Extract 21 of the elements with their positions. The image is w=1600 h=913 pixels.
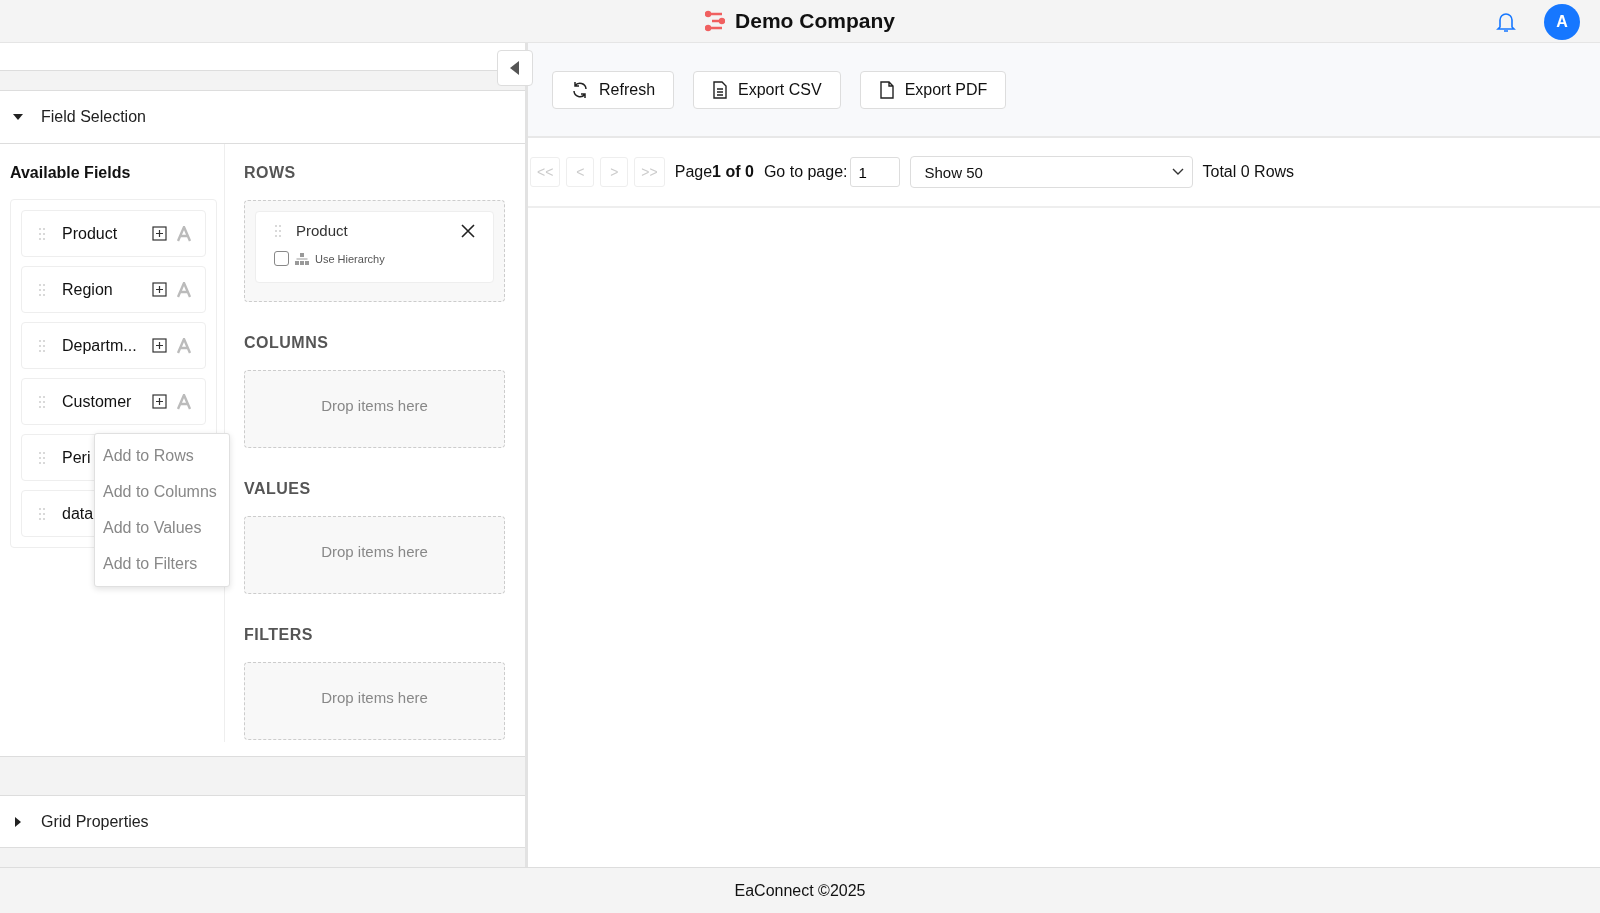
company-name: Demo Company — [735, 9, 895, 33]
goto-label: Go to page: — [763, 163, 848, 181]
zone-title: VALUES — [244, 480, 312, 498]
footer-text: EaConnect ©2025 — [734, 881, 866, 900]
total-rows: Total 0 Rows — [1202, 163, 1295, 181]
field-name: Product — [62, 224, 118, 243]
field-name: data — [62, 504, 94, 523]
placeholder-text: Drop items here — [321, 688, 428, 706]
field-name: Peri — [62, 448, 91, 467]
zone-title: FILTERS — [244, 626, 314, 644]
zone-title: COLUMNS — [244, 334, 330, 352]
field-name: Region — [62, 280, 113, 299]
field-name: Customer — [62, 392, 132, 411]
option-label: Use Hierarchy — [315, 252, 385, 265]
section-title: Available Fields — [10, 164, 132, 182]
placeholder-text: Drop items here — [321, 542, 428, 560]
field-name: Product — [296, 222, 349, 239]
page-indicator: Page1 of 0 — [674, 163, 754, 181]
placeholder-text: Drop items here — [321, 396, 428, 414]
field-name: Departm... — [62, 336, 137, 355]
zone-title: ROWS — [244, 164, 297, 182]
